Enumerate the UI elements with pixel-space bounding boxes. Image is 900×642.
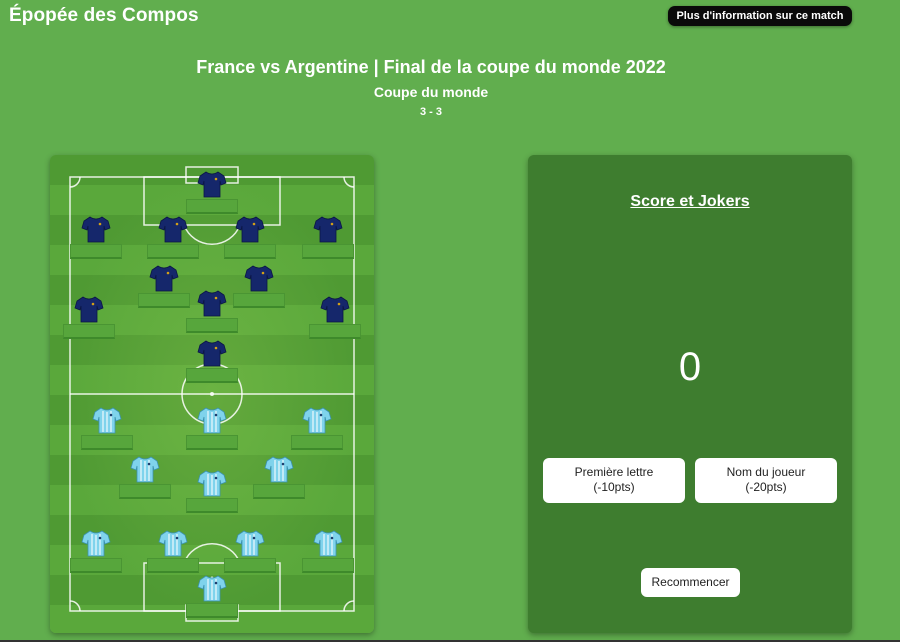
player-top-midfielder-1[interactable] [138,263,190,311]
player-bottom-goalkeeper[interactable] [186,573,238,621]
player-name-slot[interactable] [138,293,190,308]
player-top-midfielder-2[interactable] [233,263,285,311]
match-title: France vs Argentine | Final de la coupe … [196,57,666,77]
player-name-slot[interactable] [186,603,238,618]
jersey-icon [74,296,104,323]
football-pitch [50,155,374,633]
match-competition: Coupe du monde [373,84,489,100]
match-info-button[interactable]: Plus d'information sur ce match [668,6,852,26]
jersey-icon [197,290,227,317]
joker-cost: (-20pts) [745,480,787,494]
jersey-icon [197,171,227,198]
jersey-icon [235,530,265,557]
player-name-slot[interactable] [119,484,171,499]
jersey-icon [149,265,179,292]
player-bottom-forward-2[interactable] [186,405,238,453]
player-bottom-midfielder-1[interactable] [119,454,171,502]
player-name-slot[interactable] [253,484,305,499]
jersey-icon [244,265,274,292]
player-name-slot[interactable] [186,498,238,513]
player-name-slot[interactable] [186,318,238,333]
player-name-slot[interactable] [309,324,361,339]
player-name-slot[interactable] [81,435,133,450]
player-top-defender-2[interactable] [147,214,199,262]
joker-label: Nom du joueur [726,465,806,479]
player-name-slot[interactable] [233,293,285,308]
score-value: 0 [678,345,702,389]
player-name-slot[interactable] [302,244,354,259]
restart-button[interactable]: Recommencer [641,568,740,597]
player-name-slot[interactable] [224,558,276,573]
joker-cost: (-10pts) [593,480,635,494]
jersey-icon [81,530,111,557]
jersey-icon [235,216,265,243]
joker-player-name-button[interactable]: Nom du joueur (-20pts) [695,458,837,503]
joker-first-letter-button[interactable]: Première lettre (-10pts) [543,458,685,503]
jersey-icon [81,216,111,243]
player-name-slot[interactable] [147,244,199,259]
player-bottom-defender-2[interactable] [147,528,199,576]
player-bottom-defender-3[interactable] [224,528,276,576]
jersey-icon [302,407,332,434]
player-top-midfielder-3[interactable] [63,294,115,342]
player-top-midfielder-5[interactable] [309,294,361,342]
jersey-icon [197,407,227,434]
player-top-goalkeeper[interactable] [186,169,238,217]
player-bottom-forward-1[interactable] [81,405,133,453]
player-name-slot[interactable] [70,244,122,259]
player-name-slot[interactable] [63,324,115,339]
panel-title: Score et Jokers [630,193,750,210]
player-bottom-midfielder-3[interactable] [253,454,305,502]
jersey-icon [158,530,188,557]
player-top-defender-4[interactable] [302,214,354,262]
jersey-icon [313,530,343,557]
jersey-icon [197,470,227,497]
player-name-slot[interactable] [302,558,354,573]
jersey-icon [197,340,227,367]
score-jokers-panel: Score et Jokers 0 Première lettre (-10pt… [528,155,852,633]
match-score: 3 - 3 [419,106,442,118]
player-name-slot[interactable] [186,368,238,383]
player-name-slot[interactable] [291,435,343,450]
player-name-slot[interactable] [147,558,199,573]
player-top-forward[interactable] [186,338,238,386]
jersey-icon [313,216,343,243]
player-name-slot[interactable] [70,558,122,573]
player-name-slot[interactable] [186,435,238,450]
player-bottom-forward-3[interactable] [291,405,343,453]
player-name-slot[interactable] [186,199,238,214]
player-top-defender-1[interactable] [70,214,122,262]
player-top-defender-3[interactable] [224,214,276,262]
player-bottom-midfielder-2[interactable] [186,468,238,516]
jersey-icon [264,456,294,483]
jersey-icon [320,296,350,323]
player-top-midfielder-4[interactable] [186,288,238,336]
joker-label: Première lettre [574,465,654,479]
jersey-icon [158,216,188,243]
jersey-icon [197,575,227,602]
player-bottom-defender-1[interactable] [70,528,122,576]
site-title[interactable]: Épopée des Compos [9,5,199,27]
jersey-icon [130,456,160,483]
player-bottom-defender-4[interactable] [302,528,354,576]
jersey-icon [92,407,122,434]
player-name-slot[interactable] [224,244,276,259]
